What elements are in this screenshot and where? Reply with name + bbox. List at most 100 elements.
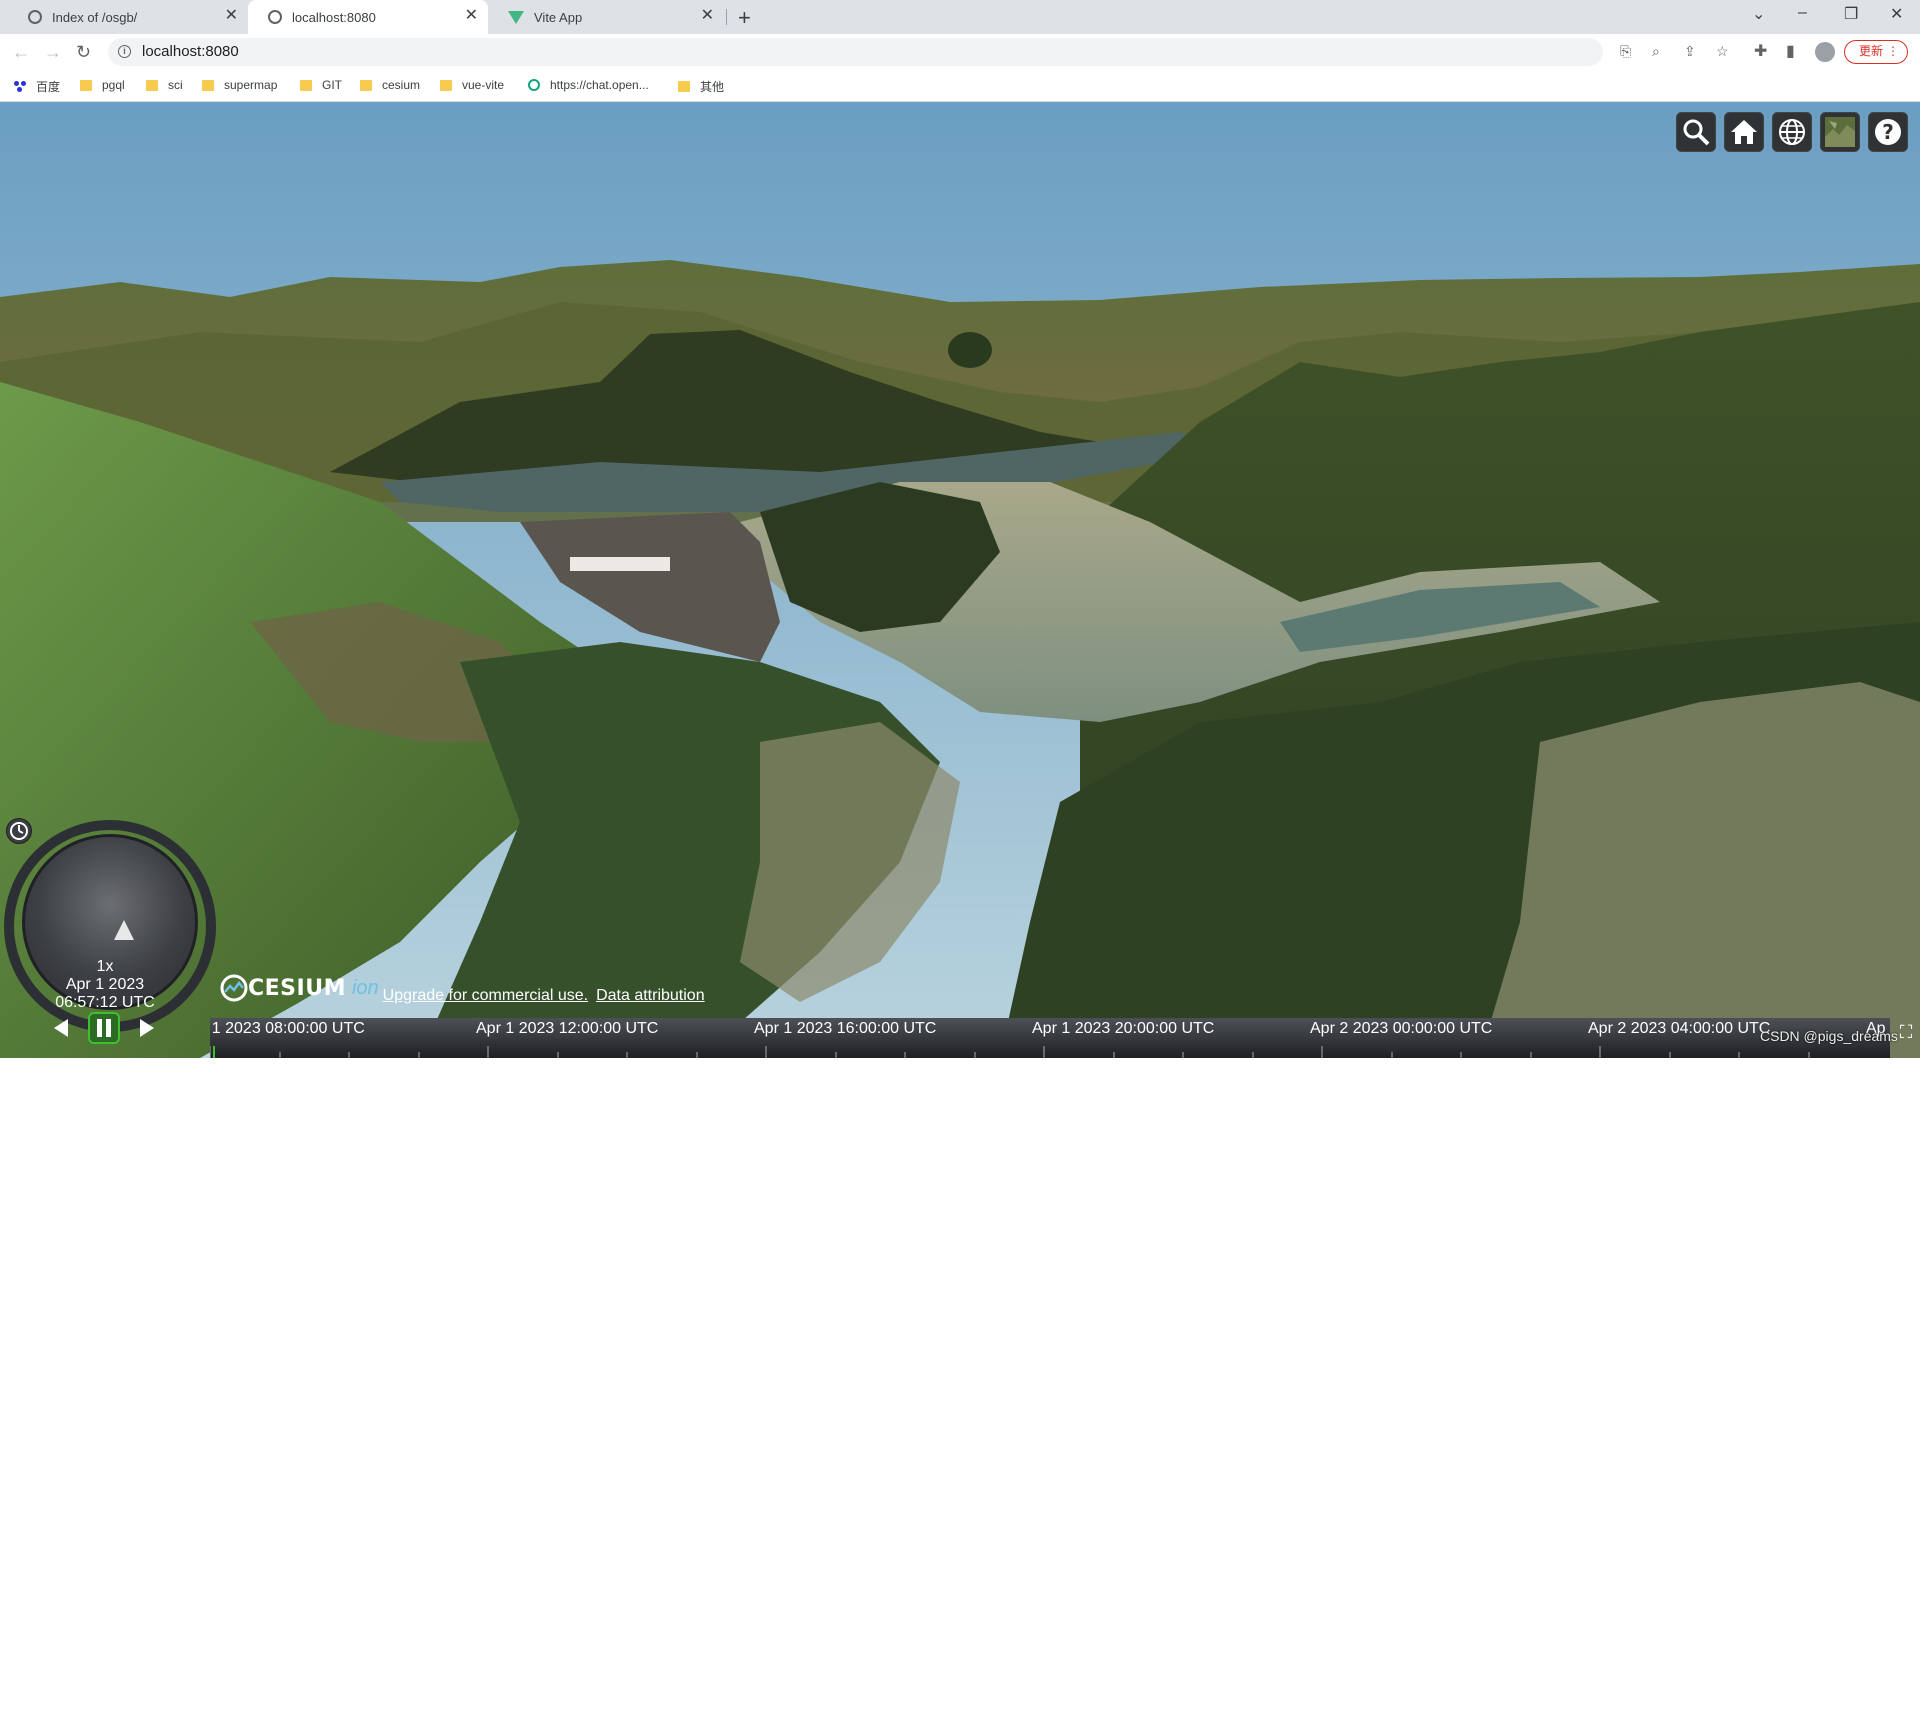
translate-icon[interactable]: ⎘ [1620,43,1631,60]
bookmark-label: https://chat.open... [550,78,649,92]
address-bar[interactable]: i localhost:8080 ⎘ ⌕ ⇪ ☆ [108,38,1729,66]
timeline-label: Apr 1 2023 16:00:00 UTC [754,1020,937,1037]
bookmark-other[interactable]: 其他 [678,78,724,95]
baidu-paw-icon [14,80,26,93]
timeline-label: r 1 2023 08:00:00 UTC [210,1020,365,1037]
back-arrow-icon[interactable]: ← [12,42,30,63]
bookmark-label: sci [168,78,183,92]
tab-title: Vite App [534,9,583,25]
cesium-logo-icon[interactable] [220,974,248,1002]
bookmark-star-icon[interactable]: ☆ [1716,43,1729,60]
play-forward-button[interactable] [130,1012,162,1044]
site-info-icon[interactable]: i [118,45,131,58]
animation-time: 06:57:12 UTC [55,994,155,1011]
folder-icon [202,79,214,91]
minimize-icon[interactable]: – [1798,4,1807,22]
data-attribution-link[interactable]: Data attribution [596,987,705,1005]
url-text[interactable]: localhost:8080 [142,43,239,60]
vite-icon [508,10,524,24]
openai-icon [528,79,540,91]
help-question-icon: ? [1875,119,1901,145]
csdn-watermark: CSDN @pigs_dreams [1760,1028,1898,1044]
tab-osgb-index[interactable]: Index of /osgb/ ✕ [8,0,248,34]
terrain-3d-scene[interactable] [0,102,1920,1058]
pause-button[interactable] [88,1012,120,1044]
bookmark-label: cesium [382,78,421,92]
tab-localhost[interactable]: localhost:8080 ✕ [248,0,488,34]
forward-arrow-icon[interactable]: → [44,42,62,63]
svg-text:?: ? [1882,120,1894,144]
bookmark-supermap[interactable]: supermap [202,78,277,92]
restore-icon[interactable]: ❐ [1844,4,1858,24]
play-reverse-button[interactable] [46,1012,78,1044]
tab-title: localhost:8080 [292,9,376,25]
window-close-icon[interactable]: ✕ [1890,4,1903,24]
cesium-viewer[interactable]: ? [0,102,1920,1058]
tab-search-chevron-icon[interactable]: ⌄ [1752,4,1765,24]
side-panel-icon[interactable]: ▮ [1786,41,1795,61]
folder-icon [300,79,312,91]
reverse-icon [54,1019,68,1037]
tab-vite-app[interactable]: Vite App ✕ [488,0,724,34]
update-button[interactable]: 更新 ⋮ [1844,40,1908,64]
folder-icon [146,79,158,91]
cesium-logo-text[interactable]: CESIUM [248,976,346,1001]
profile-avatar[interactable] [1815,42,1835,62]
home-button[interactable] [1724,112,1764,152]
geocoder-search-button[interactable] [1676,112,1716,152]
folder-icon [360,79,372,91]
timeline-label: Apr 2 2023 04:00:00 UTC [1588,1020,1771,1037]
timeline[interactable]: r 1 2023 08:00:00 UTC Apr 1 2023 12:00:0… [210,1018,1890,1058]
pause-icon [97,1019,111,1037]
timeline-label: Apr 2 2023 00:00:00 UTC [1310,1020,1493,1037]
close-icon[interactable]: ✕ [701,8,714,24]
browser-tab-strip: Index of /osgb/ ✕ localhost:8080 ✕ Vite … [0,0,1920,34]
tab-title: Index of /osgb/ [52,9,138,25]
animation-speed: 1x [96,958,114,975]
bookmark-label: 百度 [36,80,61,94]
search-icon [1683,119,1710,146]
animation-date: Apr 1 2023 [65,976,145,993]
share-icon[interactable]: ⇪ [1684,43,1696,60]
close-icon[interactable]: ✕ [465,8,478,24]
shuttle-pointer-icon[interactable] [112,920,136,942]
timeline-label: Apr 1 2023 12:00:00 UTC [476,1020,659,1037]
imagery-thumbnail-icon [1825,117,1855,147]
bookmark-cesium[interactable]: cesium [360,78,420,92]
tab-divider [726,9,727,25]
cesium-ion-text[interactable]: ion [352,977,379,1000]
navigation-help-button[interactable]: ? [1868,112,1908,152]
bookmark-label: supermap [224,78,278,92]
bookmark-chat-openai[interactable]: https://chat.open... [528,78,649,92]
globe-icon [1779,119,1805,145]
bookmark-label: 其他 [700,80,725,94]
bookmark-label: pgql [102,78,125,92]
bookmark-git[interactable]: GIT [300,78,342,92]
browser-toolbar: ← → ↻ i localhost:8080 ⎘ ⌕ ⇪ ☆ [0,34,1920,70]
play-icon [140,1019,154,1037]
update-label: 更新 [1859,44,1884,58]
realtime-clock-icon[interactable] [6,818,32,844]
bookmark-sci[interactable]: sci [146,78,183,92]
extensions-puzzle-icon[interactable]: ✚ [1754,41,1767,61]
bookmark-pgql[interactable]: pgql [80,78,125,92]
bookmark-vue-vite[interactable]: vue-vite [440,78,504,92]
bookmarks-bar: 百度 pgql sci supermap GIT cesium vue-vite… [0,70,1920,102]
globe-icon [28,10,42,24]
close-icon[interactable]: ✕ [225,8,238,24]
bookmark-baidu[interactable]: 百度 [14,78,60,95]
timeline-label: Apr 1 2023 20:00:00 UTC [1032,1020,1215,1037]
zoom-icon[interactable]: ⌕ [1652,43,1660,60]
reload-icon[interactable]: ↻ [76,42,91,63]
credit-bar: CESIUM ion Upgrade for commercial use. D… [220,974,705,1005]
bookmark-label: vue-vite [462,78,505,92]
bookmark-label: GIT [322,78,342,92]
folder-icon [678,81,690,92]
new-tab-plus-icon[interactable]: + [738,5,751,31]
folder-icon [80,79,92,91]
home-icon [1731,120,1757,144]
base-layer-picker-button[interactable] [1820,112,1860,152]
upgrade-commercial-link[interactable]: Upgrade for commercial use. [383,987,588,1005]
scene-mode-button[interactable] [1772,112,1812,152]
timeline-ticks [210,1046,1810,1058]
